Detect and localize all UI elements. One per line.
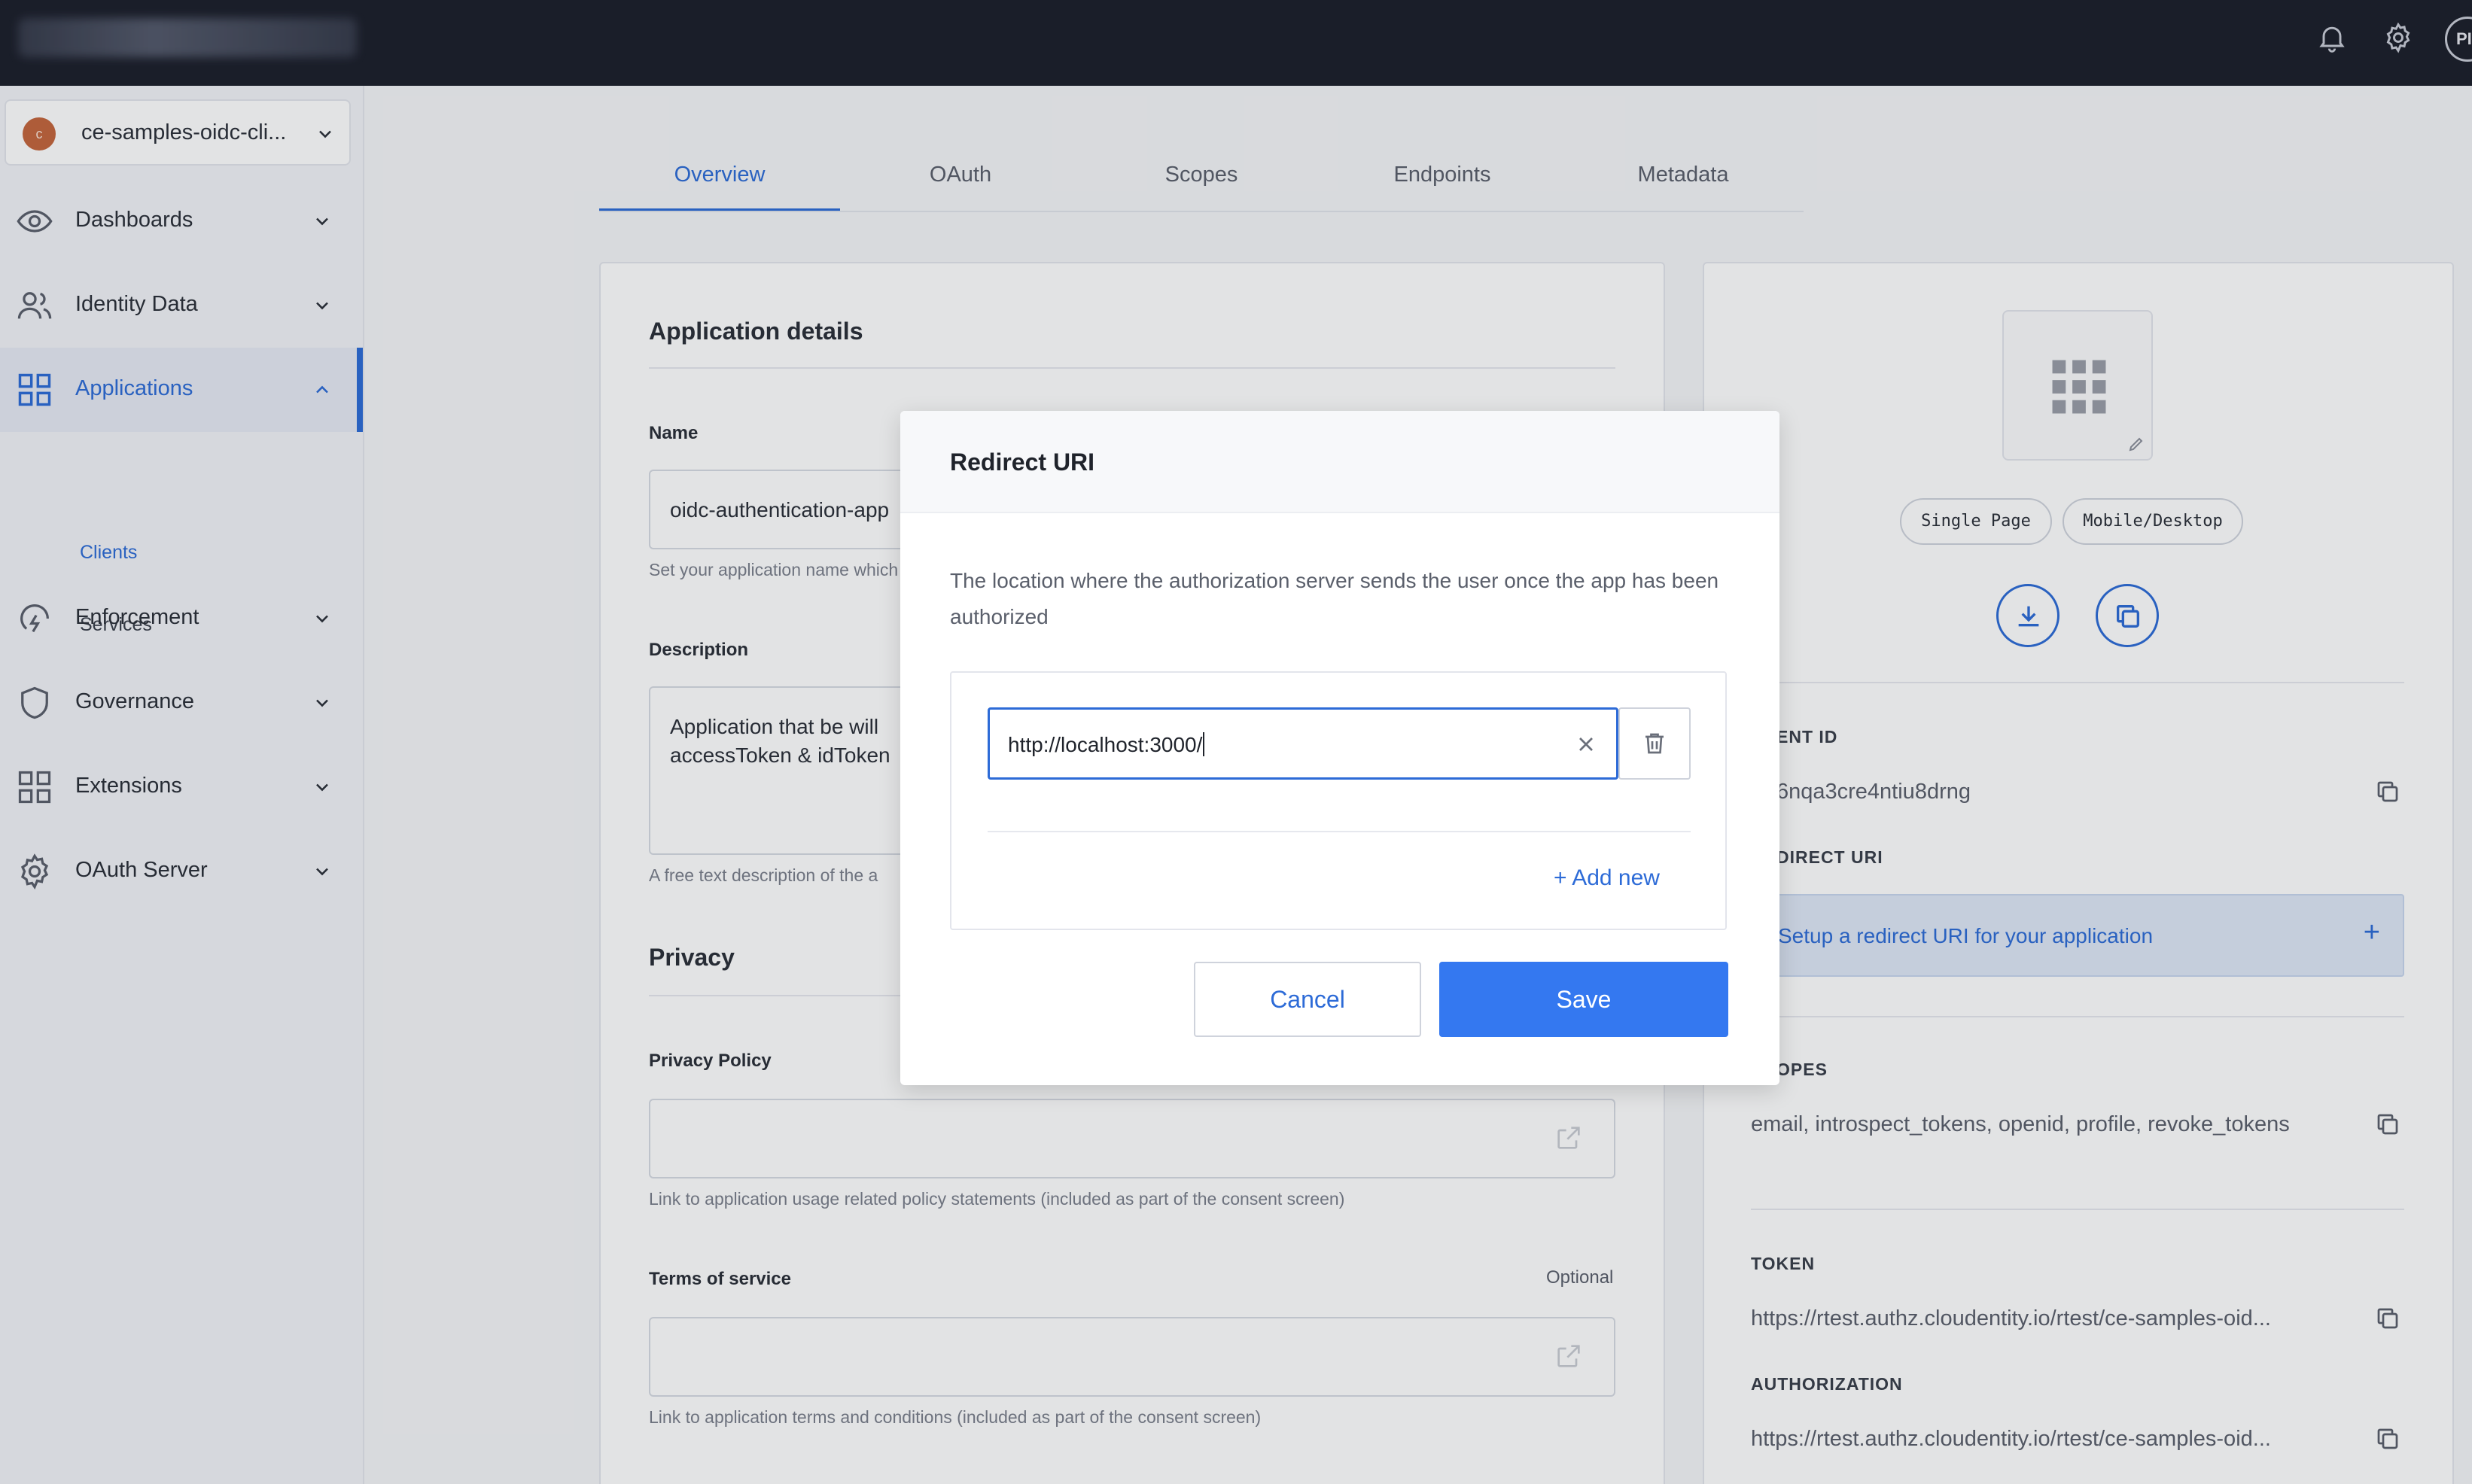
divider xyxy=(988,831,1691,832)
dialog-description: The location where the authorization ser… xyxy=(950,569,1719,628)
redirect-uri-input[interactable]: http://localhost:3000/ xyxy=(988,707,1618,780)
close-icon[interactable] xyxy=(1574,732,1598,756)
delete-uri-button[interactable] xyxy=(1618,707,1691,780)
redirect-uri-value: http://localhost:3000/ xyxy=(1008,732,1205,757)
cancel-button[interactable]: Cancel xyxy=(1194,962,1421,1037)
add-new-uri-button[interactable]: + Add new xyxy=(1554,865,1660,891)
redirect-uri-list: http://localhost:3000/ + Add new xyxy=(950,671,1727,930)
dialog-title: Redirect URI xyxy=(950,449,1095,476)
trash-icon xyxy=(1645,733,1664,754)
redirect-uri-dialog: Redirect URI The location where the auth… xyxy=(900,411,1779,1085)
save-button[interactable]: Save xyxy=(1439,962,1728,1037)
dialog-header: Redirect URI xyxy=(900,411,1779,513)
